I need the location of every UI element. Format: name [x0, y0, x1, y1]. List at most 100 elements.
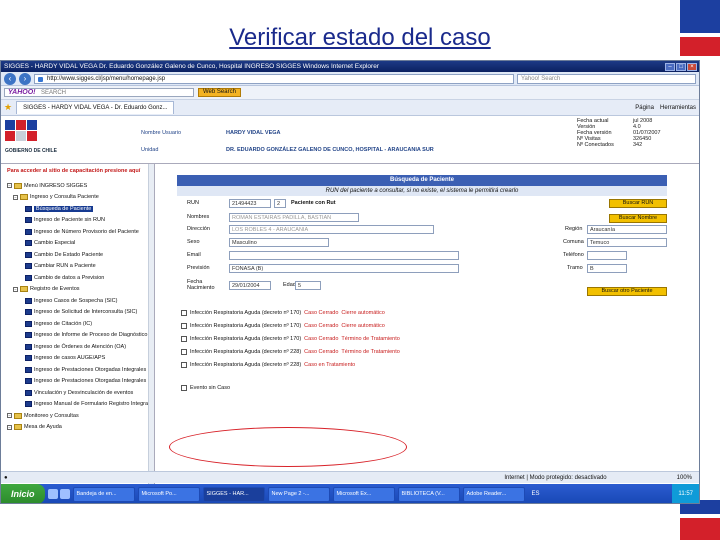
sidebar-item[interactable]: Vinculación y Desvinculación de eventos: [1, 387, 154, 399]
document-icon: [25, 401, 32, 408]
case-checkbox[interactable]: [181, 310, 187, 316]
search-run-button[interactable]: Buscar RUN: [609, 199, 667, 208]
expand-icon[interactable]: −: [7, 413, 12, 419]
case-description: Infección Respiratoria Aguda (decreto nº…: [190, 349, 302, 355]
expand-icon[interactable]: −: [7, 424, 12, 430]
run-dv-input[interactable]: 2: [274, 199, 286, 208]
sidebar-item[interactable]: − Registro de Eventos: [1, 284, 154, 296]
tab-sigges[interactable]: SIGGES - HARDY VIDAL VEGA - Dr. Eduardo …: [16, 101, 175, 114]
sidebar-item[interactable]: − Ingreso y Consulta Paciente: [1, 192, 154, 204]
tramo-select[interactable]: B: [587, 264, 627, 273]
back-icon[interactable]: ‹: [4, 72, 16, 85]
minimize-icon[interactable]: –: [665, 62, 675, 71]
search-other-patient-button[interactable]: Buscar otro Paciente: [587, 287, 667, 296]
sidebar-item[interactable]: Ingreso de Prestaciones Otorgadas Integr…: [1, 364, 154, 376]
region-select[interactable]: Araucanía: [587, 225, 667, 234]
forward-icon[interactable]: ›: [19, 72, 31, 85]
language-indicator[interactable]: ES: [532, 491, 540, 497]
case-row[interactable]: Infección Respiratoria Aguda (decreto nº…: [181, 321, 385, 331]
close-icon[interactable]: ×: [687, 62, 697, 71]
folder-icon: [20, 286, 28, 293]
sidebar-item[interactable]: Ingreso de Prestaciones Otorgadas Integr…: [1, 376, 154, 388]
sidebar-item[interactable]: Ingreso de Solicitud de Interconsulta (S…: [1, 307, 154, 319]
address-input[interactable]: LOS ROBLES 4 - ARAUCANIA: [229, 225, 434, 234]
case-checkbox[interactable]: [181, 336, 187, 342]
sidebar-item[interactable]: Búsqueda de Paciente: [1, 203, 154, 215]
sidebar-item[interactable]: Ingreso de Informe de Proceso de Diagnós…: [1, 330, 154, 342]
sidebar-item[interactable]: Ingreso de Citación (IC): [1, 318, 154, 330]
email-input[interactable]: [229, 251, 459, 260]
name-label: Nombres: [187, 214, 210, 220]
case-status: Caso Cerrado: [304, 349, 339, 355]
sidebar-item[interactable]: Cambiar RUN a Paciente: [1, 261, 154, 273]
sidebar-item-label: Cambiar RUN a Paciente: [34, 263, 96, 270]
sidebar-item[interactable]: Cambio Especial: [1, 238, 154, 250]
page-menu[interactable]: Página: [635, 105, 654, 111]
sidebar-item[interactable]: Ingreso de Paciente sin RUN: [1, 215, 154, 227]
comuna-select[interactable]: Temuco: [587, 238, 667, 247]
sidebar-item-label: Ingreso de Prestaciones Otorgadas Integr…: [34, 366, 147, 373]
taskbar-task[interactable]: New Page 2 -...: [267, 486, 330, 502]
case-description: Infección Respiratoria Aguda (decreto nº…: [190, 362, 302, 368]
sidebar-item[interactable]: Cambio de datos a Prevision: [1, 272, 154, 284]
sidebar-item[interactable]: Ingreso de Número Provisorio del Pacient…: [1, 226, 154, 238]
prevision-select[interactable]: FONASA (B): [229, 264, 459, 273]
new-event-row[interactable]: Evento sin Caso: [181, 383, 230, 393]
sidebar-item[interactable]: Ingreso de Órdenes de Atención (OA): [1, 341, 154, 353]
run-input[interactable]: 21494423: [229, 199, 271, 208]
navigation-sidebar: Para acceder al sitio de capacitación pr…: [1, 164, 155, 492]
sidebar-item[interactable]: − Mesa de Ayuda: [1, 422, 154, 434]
url-input[interactable]: http://www.sigges.cl/jsp/menu/homepage.j…: [34, 73, 514, 84]
zoom-level[interactable]: 100%: [677, 475, 692, 481]
sex-select[interactable]: Masculino: [229, 238, 329, 247]
sidebar-item-label: Ingreso de Órdenes de Atención (OA): [34, 343, 127, 350]
sidebar-item[interactable]: − Menú INGRESO SIGGES: [1, 180, 154, 192]
case-checkbox[interactable]: [181, 323, 187, 329]
sidebar-item[interactable]: − Monitoreo y Consultas: [1, 410, 154, 422]
maximize-icon[interactable]: □: [676, 62, 686, 71]
yahoo-search-input[interactable]: YAHOO! SEARCH: [4, 88, 194, 97]
sidebar-scrollbar[interactable]: [148, 164, 154, 492]
sidebar-item[interactable]: Cambio De Estado Paciente: [1, 249, 154, 261]
phone-label: Teléfono: [563, 252, 584, 258]
start-button[interactable]: Inicio: [1, 484, 45, 503]
case-row[interactable]: Infección Respiratoria Aguda (decreto nº…: [181, 334, 400, 344]
quicklaunch-desktop-icon[interactable]: [59, 489, 70, 499]
unit-value: DR. EDUARDO GONZÁLEZ GALENO DE CUNCO, HO…: [226, 147, 434, 153]
unit-label: Unidad: [141, 147, 159, 153]
training-site-link[interactable]: Para acceder al sitio de capacitación pr…: [1, 164, 154, 180]
tools-menu[interactable]: Herramientas: [660, 105, 696, 111]
search-name-button[interactable]: Buscar Nombre: [609, 214, 667, 223]
age-input[interactable]: 5: [295, 281, 321, 290]
system-tray-clock[interactable]: 11:57: [672, 484, 699, 503]
birth-input[interactable]: 29/01/2004: [229, 281, 271, 290]
live-search-input[interactable]: Yahoo! Search: [517, 73, 696, 84]
new-event-checkbox[interactable]: [181, 385, 187, 391]
case-reason: Cierre automático: [341, 310, 385, 316]
sidebar-item[interactable]: Ingreso de casos AUGE/APS: [1, 353, 154, 365]
case-list: Infección Respiratoria Aguda (decreto nº…: [177, 308, 667, 418]
name-input[interactable]: ROMAN ESTAIRAS PADILLA, BASTIAN: [229, 213, 359, 222]
case-checkbox[interactable]: [181, 349, 187, 355]
case-row[interactable]: Infección Respiratoria Aguda (decreto nº…: [181, 360, 355, 370]
taskbar-task[interactable]: BIBLIOTECA (V...: [397, 486, 460, 502]
address-label: Dirección: [187, 226, 210, 232]
sidebar-item[interactable]: Ingreso Casos de Sospecha (SIC): [1, 295, 154, 307]
sidebar-item-label: Ingreso Manual de Formulario Registro In…: [34, 401, 150, 408]
phone-input[interactable]: [587, 251, 627, 260]
expand-icon[interactable]: −: [7, 183, 12, 189]
taskbar-task[interactable]: Microsoft Ex...: [332, 486, 395, 502]
sidebar-item[interactable]: Ingreso Manual de Formulario Registro In…: [1, 399, 154, 411]
web-search-button[interactable]: Web Search: [198, 88, 241, 97]
expand-icon[interactable]: −: [13, 286, 18, 292]
case-checkbox[interactable]: [181, 362, 187, 368]
favorites-star-icon[interactable]: ★: [4, 102, 12, 113]
taskbar-task[interactable]: Adobe Reader...: [462, 486, 525, 502]
expand-icon[interactable]: −: [13, 194, 18, 200]
taskbar-task[interactable]: SIGGES - HAR...: [202, 486, 265, 502]
quicklaunch-ie-icon[interactable]: [47, 489, 58, 499]
taskbar-task[interactable]: Bandeja de en...: [72, 486, 135, 502]
taskbar-task[interactable]: Microsoft Po...: [137, 486, 200, 502]
case-row[interactable]: Infección Respiratoria Aguda (decreto nº…: [181, 308, 385, 318]
case-row[interactable]: Infección Respiratoria Aguda (decreto nº…: [181, 347, 400, 357]
